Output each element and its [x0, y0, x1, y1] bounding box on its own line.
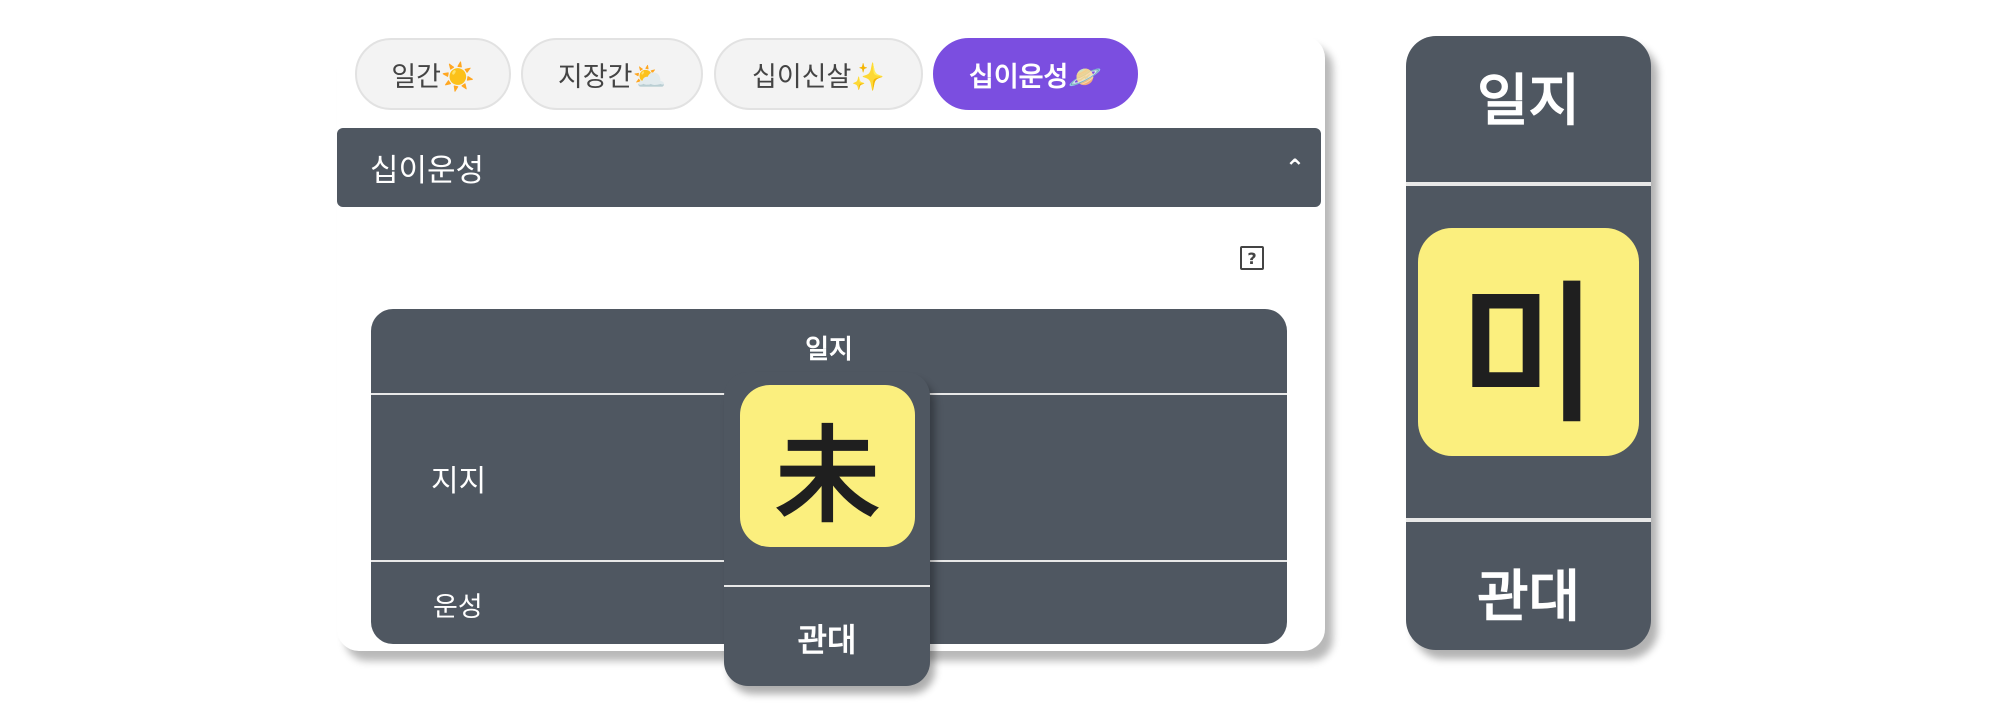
selected-cell-popup[interactable]: 未 관대 — [724, 372, 930, 686]
popup-divider — [724, 585, 930, 587]
row-label-jiji: 지지 — [431, 464, 487, 499]
zoomed-divider — [1406, 182, 1651, 186]
column-header-ilji: 일지 — [805, 335, 853, 365]
zoomed-char-tile: 미 — [1418, 228, 1639, 456]
tab-ilgan[interactable]: 일간☀️ — [355, 38, 511, 110]
unseong-value: 관대 — [797, 621, 857, 659]
row-label-unseong: 운성 — [433, 592, 483, 623]
chevron-up-icon[interactable]: ⌃ — [1285, 156, 1305, 180]
tab-sibiunseong[interactable]: 십이운성🪐 — [933, 38, 1138, 110]
tab-jijanggan[interactable]: 지장간⛅ — [521, 38, 703, 110]
accordion-title: 십이운성 — [370, 153, 485, 189]
zoomed-divider — [1406, 518, 1651, 522]
accordion-header[interactable]: 십이운성 ⌃ — [337, 128, 1321, 207]
tab-sibisinsal[interactable]: 십이신살✨ — [714, 38, 923, 110]
zoomed-value: 관대 — [1476, 565, 1581, 630]
help-icon[interactable]: ? — [1240, 246, 1264, 270]
branch-char-tile: 未 — [740, 385, 915, 547]
zoomed-header: 일지 — [1476, 69, 1581, 134]
zoomed-cell-card: 일지 미 관대 — [1406, 36, 1651, 650]
